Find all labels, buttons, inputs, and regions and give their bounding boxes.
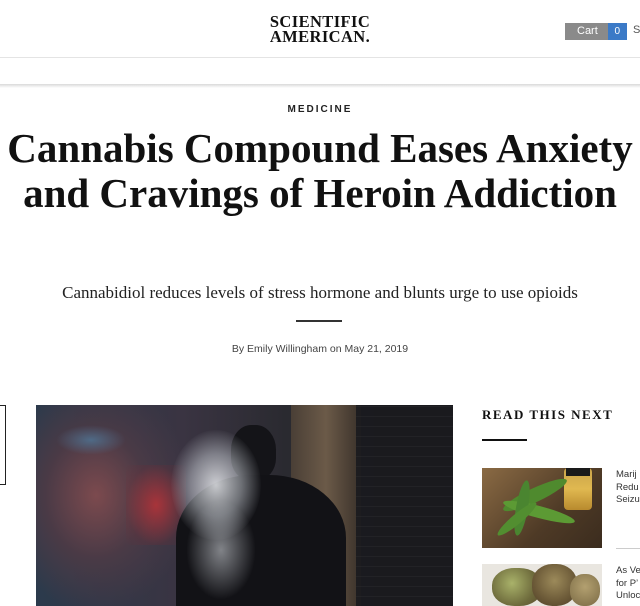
related-link-2-line: As Ve [616, 565, 640, 576]
related-thumbnail[interactable] [482, 468, 602, 548]
section-label[interactable]: MEDICINE [0, 104, 640, 115]
article-headline: Cannabis Compound Eases Anxiety and Crav… [7, 125, 633, 216]
related-link-1-line: Marij [616, 469, 637, 480]
read-this-next-heading: READ THIS NEXT [482, 407, 614, 422]
related-link-2[interactable]: As Ve for P’ Unloc [616, 565, 640, 603]
site-logo[interactable]: SCIENTIFIC AMERICAN. [265, 13, 375, 46]
share-panel-edge[interactable] [0, 405, 6, 485]
site-header: SCIENTIFIC AMERICAN. Cart 0 S [0, 0, 640, 58]
related-link-1-line: Seizu [616, 494, 640, 505]
headline-divider [296, 320, 342, 322]
related-thumbnail[interactable] [482, 564, 602, 606]
article-byline: By Emily Willingham on May 21, 2019 [231, 343, 409, 355]
logo-line-2: AMERICAN. [269, 27, 371, 46]
related-link-1-line: Redu [616, 481, 639, 493]
cart-count-badge: 0 [607, 23, 627, 40]
related-divider [616, 548, 640, 549]
cart-button[interactable]: Cart 0 [565, 23, 627, 40]
header-link-cutoff[interactable]: S [633, 24, 640, 36]
cart-label: Cart [565, 23, 608, 40]
related-link-1[interactable]: Marij Redu Seizu [616, 469, 640, 507]
article-subhead: Cannabidiol reduces levels of stress hor… [62, 283, 578, 302]
related-link-2-line: Unloc [616, 590, 640, 601]
related-link-2-line: for P’ [616, 577, 639, 589]
read-this-next-rule [482, 439, 527, 441]
hero-image [36, 405, 453, 606]
nav-divider [0, 84, 640, 88]
